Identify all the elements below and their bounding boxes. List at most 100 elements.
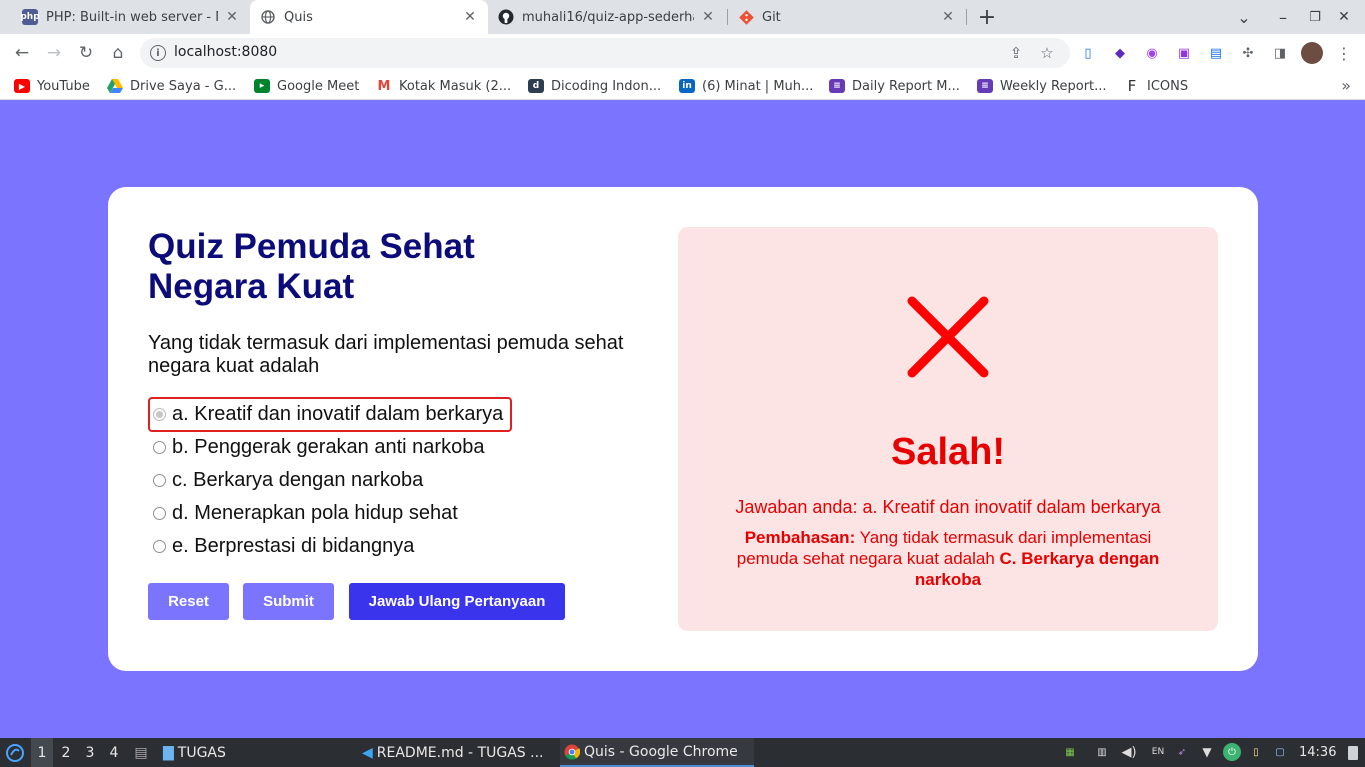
taskbar-window-chrome[interactable]: Quis - Google Chrome [560,738,754,767]
workspace-3[interactable]: 3 [79,738,101,767]
site-info-icon[interactable]: i [150,45,166,61]
minimize-icon[interactable]: – [1271,5,1295,29]
window-label: Quis - Google Chrome [584,743,738,760]
option-a[interactable]: a. Kreatif dan inovatif dalam berkarya [148,397,512,432]
new-tab-button[interactable]: + [975,5,999,30]
broadcast-icon[interactable]: ◉ [1142,43,1162,63]
option-d[interactable]: d. Menerapkan pola hidup sehat [148,497,628,530]
restore-icon[interactable]: ❐ [1303,5,1327,29]
bookmark-linkedin[interactable]: in (6) Minat | Muh... [679,77,813,95]
file-manager-icon[interactable]: ▤ [131,738,151,767]
close-window-icon[interactable]: ✕ [1332,5,1356,29]
tab-title: PHP: Built-in web server - M [46,9,218,25]
question-text: Yang tidak termasuk dari implementasi pe… [148,332,624,377]
power-icon[interactable]: ⏻ [1223,743,1241,761]
quiz-card: Quiz Pemuda Sehat Negara Kuat Yang tidak… [108,187,1258,671]
bookmarks-overflow-icon[interactable]: » [1341,76,1351,95]
back-arrow-icon[interactable]: ← [9,40,35,66]
close-icon[interactable]: ✕ [940,9,956,25]
clipboard-icon[interactable]: ▥ [1094,744,1110,760]
forward-arrow-icon[interactable]: → [41,40,67,66]
extension-icon[interactable]: ▯ [1078,43,1098,63]
radio-button[interactable] [153,540,166,553]
browser-tab-strip: php PHP: Built-in web server - M ✕ Quis … [0,0,1365,34]
tab-git[interactable]: Git ✕ [728,0,966,34]
volume-icon[interactable]: ◀) [1121,744,1137,760]
radio-button[interactable] [153,408,166,421]
show-desktop-icon[interactable] [1346,738,1360,767]
php-icon: php [20,9,40,25]
address-bar[interactable]: i localhost:8080 ⇪ ☆ [140,38,1070,68]
taskbar-folder[interactable]: ▇ TUGAS [163,738,226,767]
close-icon[interactable]: ✕ [462,9,478,25]
bookmark-meet[interactable]: ▸ Google Meet [254,77,359,95]
bookmark-weekly-report[interactable]: ≡ Weekly Report... [977,77,1107,95]
option-b[interactable]: b. Penggerak gerakan anti narkoba [148,431,628,464]
linkedin-icon: in [679,79,695,93]
tab-quis[interactable]: Quis ✕ [250,0,488,34]
result-status: Salah! [890,431,1006,473]
extension-pen-icon[interactable]: ▣ [1174,43,1194,63]
tab-separator [966,9,967,25]
tab-title: muhali16/quiz-app-sederha [522,9,694,25]
taskbar: 1 2 3 4 ▤ ▇ TUGAS ◀ README.md - TUGAS ..… [0,738,1365,767]
bookmark-icons[interactable]: F ICONS [1124,77,1188,95]
reload-icon[interactable]: ↻ [73,40,99,66]
share-icon[interactable]: ⇪ [1006,43,1026,63]
taskbar-window-vscode[interactable]: ◀ README.md - TUGAS ... [362,738,552,767]
wifi-icon[interactable]: ▼ [1199,744,1215,760]
explanation-label: Pembahasan: [744,528,856,547]
puzzle-icon[interactable]: ✣ [1238,43,1258,63]
feather-icon[interactable]: ➶ [1174,744,1190,760]
workspace-4[interactable]: 4 [103,738,125,767]
radio-button[interactable] [153,507,166,520]
bookmarks-bar: ▶ YouTube Drive Saya - G... ▸ Google Mee… [0,72,1365,100]
bookmark-gmail[interactable]: M Kotak Masuk (2... [376,77,512,95]
tab-github[interactable]: muhali16/quiz-app-sederha ✕ [488,0,726,34]
workspace-1[interactable]: 1 [31,738,53,767]
desktop-corner-icon [1348,745,1358,760]
option-label: c. Berkarya dengan narkoba [172,469,424,491]
option-label: d. Menerapkan pola hidup sehat [172,502,458,524]
bookmark-dicoding[interactable]: d Dicoding Indon... [528,77,661,95]
avatar[interactable] [1301,42,1323,64]
github-icon [498,9,514,25]
start-menu-icon[interactable] [4,738,26,767]
option-e[interactable]: e. Berprestasi di bidangnya [148,530,628,563]
bookmark-label: Google Meet [277,78,360,94]
side-panel-icon[interactable]: ◨ [1270,43,1290,63]
explanation: Pembahasan: Yang tidak termasuk dari imp… [718,527,1178,590]
notification-icon[interactable]: ▢ [1272,744,1288,760]
keyboard-layout[interactable]: EN [1149,744,1167,760]
radio-button[interactable] [153,441,166,454]
google-drive-icon [107,79,123,93]
bookmark-star-icon[interactable]: ☆ [1037,43,1057,63]
reset-button[interactable]: Reset [148,583,229,620]
page-viewport: Quiz Pemuda Sehat Negara Kuat Yang tidak… [0,104,1365,738]
option-c[interactable]: c. Berkarya dengan narkoba [148,464,628,497]
tab-php[interactable]: php PHP: Built-in web server - M ✕ [12,0,250,34]
home-icon[interactable]: ⌂ [105,40,131,66]
menu-dots-icon[interactable]: ⋮ [1334,43,1354,63]
bookmark-daily-report[interactable]: ≡ Daily Report M... [829,77,960,95]
radio-button[interactable] [153,474,166,487]
gmail-icon: M [377,78,391,94]
url-text[interactable]: localhost:8080 [174,44,277,60]
network-manager-icon[interactable]: ▦ [1062,744,1078,760]
retry-question-button[interactable]: Jawab Ulang Pertanyaan [349,583,565,620]
notes-icon[interactable]: ▯ [1248,744,1264,760]
close-icon[interactable]: ✕ [224,9,240,25]
extension-badge-icon[interactable]: ◆ [1110,43,1130,63]
workspace-2[interactable]: 2 [55,738,77,767]
bookmark-label: (6) Minat | Muh... [702,78,814,94]
tab-search-icon[interactable]: ⌄ [1232,5,1256,29]
folder-icon: ▇ [163,744,174,761]
page-title: Quiz Pemuda Sehat Negara Kuat [148,227,475,306]
extension-sheet-icon[interactable]: ▤ [1206,43,1226,63]
bookmark-youtube[interactable]: ▶ YouTube [14,77,90,95]
browser-toolbar: ← → ↻ ⌂ i localhost:8080 ⇪ ☆ ▯ ◆ ◉ ▣ ▤ ✣… [0,34,1365,72]
submit-button[interactable]: Submit [243,583,334,620]
bookmark-drive[interactable]: Drive Saya - G... [107,77,236,95]
chrome-icon [564,744,580,760]
close-icon[interactable]: ✕ [700,9,716,25]
